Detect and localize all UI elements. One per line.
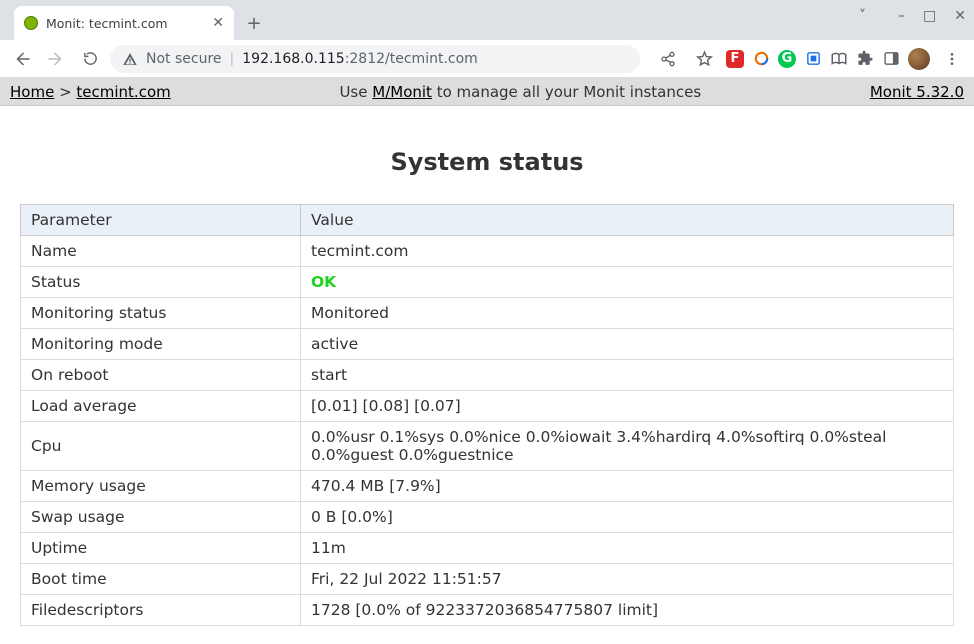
breadcrumb: Home > tecmint.com <box>10 83 171 101</box>
monit-version-link[interactable]: Monit 5.32.0 <box>870 83 964 101</box>
cell-parameter: Status <box>21 267 301 298</box>
favicon-icon <box>24 16 38 30</box>
browser-toolbar: Not secure | 192.168.0.115:2812/tecmint.… <box>0 40 974 78</box>
extensions-button[interactable] <box>856 50 874 68</box>
table-row: Load average[0.01] [0.08] [0.07] <box>21 391 954 422</box>
monit-top-bar: Home > tecmint.com Use M/Monit to manage… <box>0 78 974 106</box>
kebab-icon <box>944 51 960 67</box>
cell-value: tecmint.com <box>301 236 954 267</box>
toolbar-actions: F G <box>654 45 966 73</box>
window-controls: ˅ – □ ✕ <box>859 8 966 24</box>
tab-overflow-icon[interactable]: ˅ <box>859 8 866 24</box>
side-panel-button[interactable] <box>882 50 900 68</box>
cell-parameter: Filedescriptors <box>21 595 301 626</box>
forward-button[interactable] <box>42 45 70 73</box>
monit-promo: Use M/Monit to manage all your Monit ins… <box>171 83 870 101</box>
url-path: :2812/tecmint.com <box>345 51 478 67</box>
table-row: Monitoring statusMonitored <box>21 298 954 329</box>
cell-parameter: Uptime <box>21 533 301 564</box>
monit-version: Monit 5.32.0 <box>870 83 964 101</box>
cell-value: [0.01] [0.08] [0.07] <box>301 391 954 422</box>
url-host: 192.168.0.115 <box>242 51 344 67</box>
cell-parameter: On reboot <box>21 360 301 391</box>
cell-parameter: Swap usage <box>21 502 301 533</box>
bookmark-button[interactable] <box>690 45 718 73</box>
table-row: Uptime11m <box>21 533 954 564</box>
new-tab-button[interactable]: + <box>240 9 268 37</box>
extension-blue-icon[interactable] <box>804 50 822 68</box>
table-row: Filedescriptors1728 [0.0% of 92233720368… <box>21 595 954 626</box>
extension-reader-icon[interactable] <box>830 50 848 68</box>
status-table: Parameter Value Nametecmint.comStatus OK M… <box>20 204 954 626</box>
table-row: On rebootstart <box>21 360 954 391</box>
viewport: Home > tecmint.com Use M/Monit to manage… <box>0 78 974 644</box>
promo-post: to manage all your Monit instances <box>432 83 701 101</box>
status-ok: OK <box>311 273 336 291</box>
cell-parameter: Load average <box>21 391 301 422</box>
page-scroll[interactable]: Home > tecmint.com Use M/Monit to manage… <box>0 78 974 644</box>
table-header-row: Parameter Value <box>21 205 954 236</box>
cell-value: 470.4 MB [7.9%] <box>301 471 954 502</box>
share-button[interactable] <box>654 45 682 73</box>
table-row: Swap usage0 B [0.0%] <box>21 502 954 533</box>
table-row: Monitoring modeactive <box>21 329 954 360</box>
promo-pre: Use <box>339 83 372 101</box>
col-parameter: Parameter <box>21 205 301 236</box>
table-row: Nametecmint.com <box>21 236 954 267</box>
table-row: Boot timeFri, 22 Jul 2022 11:51:57 <box>21 564 954 595</box>
arrow-right-icon <box>47 50 65 68</box>
breadcrumb-host-link[interactable]: tecmint.com <box>76 83 170 101</box>
extension-circle-icon[interactable] <box>752 50 770 68</box>
table-row: Memory usage470.4 MB [7.9%] <box>21 471 954 502</box>
share-icon <box>660 51 676 67</box>
window-maximize-button[interactable]: □ <box>923 8 936 24</box>
extension-green-icon[interactable]: G <box>778 50 796 68</box>
address-bar[interactable]: Not secure | 192.168.0.115:2812/tecmint.… <box>110 45 640 73</box>
breadcrumb-sep: > <box>54 83 76 101</box>
window-close-button[interactable]: ✕ <box>954 8 966 24</box>
table-row: Cpu0.0%usr 0.1%sys 0.0%nice 0.0%iowait 3… <box>21 422 954 471</box>
cell-value: 0.0%usr 0.1%sys 0.0%nice 0.0%iowait 3.4%… <box>301 422 954 471</box>
page-title: System status <box>20 148 954 176</box>
cell-value: Fri, 22 Jul 2022 11:51:57 <box>301 564 954 595</box>
col-value: Value <box>301 205 954 236</box>
browser-tab[interactable]: Monit: tecmint.com ✕ <box>14 6 234 40</box>
cell-parameter: Monitoring mode <box>21 329 301 360</box>
cell-parameter: Name <box>21 236 301 267</box>
profile-avatar[interactable] <box>908 48 930 70</box>
omnibox-separator: | <box>230 51 235 67</box>
breadcrumb-home-link[interactable]: Home <box>10 83 54 101</box>
security-label: Not secure <box>146 51 222 67</box>
table-row: Status OK <box>21 267 954 298</box>
tab-strip: Monit: tecmint.com ✕ + ˅ – □ ✕ <box>0 0 974 40</box>
cell-parameter: Cpu <box>21 422 301 471</box>
back-button[interactable] <box>8 45 36 73</box>
cell-value: OK <box>301 267 954 298</box>
cell-value: start <box>301 360 954 391</box>
window-minimize-button[interactable]: – <box>898 8 905 24</box>
reload-button[interactable] <box>76 45 104 73</box>
extension-flipboard-icon[interactable]: F <box>726 50 744 68</box>
cell-value: active <box>301 329 954 360</box>
reload-icon <box>82 50 99 67</box>
cell-parameter: Boot time <box>21 564 301 595</box>
mmonit-link[interactable]: M/Monit <box>372 83 432 101</box>
star-icon <box>696 50 713 67</box>
cell-value: 1728 [0.0% of 9223372036854775807 limit] <box>301 595 954 626</box>
cell-parameter: Monitoring status <box>21 298 301 329</box>
cell-parameter: Memory usage <box>21 471 301 502</box>
cell-value: 0 B [0.0%] <box>301 502 954 533</box>
tab-title: Monit: tecmint.com <box>46 16 204 31</box>
cell-value: 11m <box>301 533 954 564</box>
browser-menu-button[interactable] <box>938 45 966 73</box>
cell-value: Monitored <box>301 298 954 329</box>
warning-triangle-icon <box>122 51 138 67</box>
tab-close-icon[interactable]: ✕ <box>212 16 224 30</box>
arrow-left-icon <box>13 50 31 68</box>
url-text: 192.168.0.115:2812/tecmint.com <box>242 51 478 67</box>
page-content: System status Parameter Value Nametecmin… <box>0 106 974 644</box>
